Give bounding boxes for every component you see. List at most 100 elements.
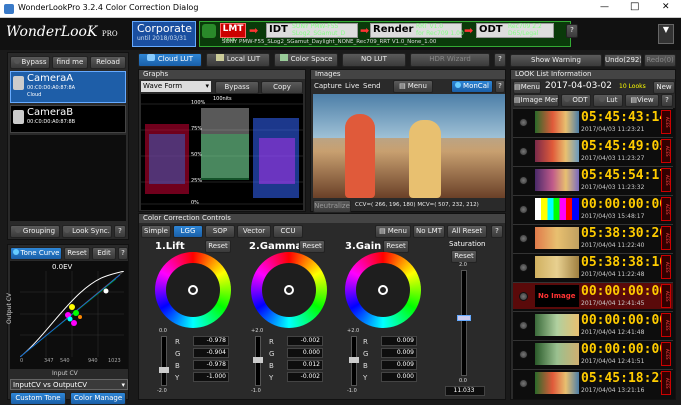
gamma-reset-button[interactable]: Reset <box>299 240 325 253</box>
images-menu-button[interactable]: ▤ Menu <box>393 80 433 93</box>
lift-r-value[interactable]: -0.978 <box>193 336 229 346</box>
moncal-button[interactable]: MonCal <box>451 80 493 93</box>
all-reset-button[interactable]: All Reset <box>447 225 487 238</box>
saturation-value[interactable]: 11.033 <box>445 386 485 396</box>
undo-button[interactable]: Undo(292) <box>604 54 642 67</box>
looksync-button[interactable]: Look Sync. <box>62 225 112 238</box>
gamma-y-value[interactable]: -0.002 <box>287 372 323 382</box>
lmt-box[interactable]: LMT <box>220 23 246 38</box>
look-toggle[interactable] <box>519 205 528 214</box>
look-toggle[interactable] <box>519 321 528 330</box>
tab-vector[interactable]: Vector <box>237 225 271 238</box>
bypass-button[interactable]: Bypass <box>10 56 50 69</box>
lift-slider[interactable] <box>159 336 169 386</box>
cc-menu-button[interactable]: ▤ Menu <box>375 225 411 238</box>
tab-lgg[interactable]: LGG <box>173 225 203 238</box>
lut-toggle-button[interactable]: Lut <box>593 94 623 107</box>
look-list-item[interactable]: 05:45:49:05 2017/04/03 11:23:27 ACES <box>513 137 673 164</box>
maximize-button[interactable]: □ <box>630 1 639 12</box>
gamma-color-wheel[interactable] <box>251 252 327 328</box>
look-toggle[interactable] <box>519 176 528 185</box>
custom-tone-button[interactable]: Custom Tone <box>10 392 66 405</box>
curve-edit-button[interactable]: Edit <box>92 247 116 260</box>
images-help-button[interactable]: ? <box>495 80 505 93</box>
look-thumbnail[interactable] <box>535 140 579 162</box>
lut-help-button[interactable]: ? <box>494 53 506 67</box>
preview-image[interactable] <box>313 94 505 198</box>
look-toggle[interactable] <box>519 379 528 388</box>
capture-link[interactable]: Capture <box>314 82 342 90</box>
gamma-wheel-handle[interactable] <box>284 285 294 295</box>
header-help-button[interactable]: ? <box>566 24 578 38</box>
minimize-button[interactable]: — <box>600 2 609 12</box>
gain-r-value[interactable]: 0.009 <box>381 336 417 346</box>
look-list-item[interactable]: 00:00:00:00 2017/04/04 12:41:51 ACES <box>513 340 673 367</box>
look-thumbnail[interactable] <box>535 314 579 336</box>
send-link[interactable]: Send <box>363 82 381 90</box>
gamma-g-value[interactable]: 0.000 <box>287 348 323 358</box>
look-list-item[interactable]: 05:38:30:20 2017/04/04 11:22:40 ACES <box>513 224 673 251</box>
gain-slider[interactable] <box>349 336 359 386</box>
lift-g-value[interactable]: -0.904 <box>193 348 229 358</box>
curve-graph[interactable]: 0.0EV Output CV 0 347 540 940 1023 <box>6 261 128 369</box>
lift-y-value[interactable]: -1.000 <box>193 372 229 382</box>
look-thumbnail[interactable] <box>535 169 579 191</box>
gain-slider-handle[interactable] <box>349 357 359 363</box>
look-toggle[interactable] <box>519 118 528 127</box>
curve-reset-button[interactable]: Reset <box>64 247 90 260</box>
lift-b-value[interactable]: -0.978 <box>193 360 229 370</box>
tab-sop[interactable]: SOP <box>205 225 235 238</box>
look-list-item[interactable]: 05:45:43:14 2017/04/03 11:23:21 ACES <box>513 108 673 135</box>
image-menu-button[interactable]: ▤Image Menu <box>513 94 559 107</box>
tab-hdr-wizard[interactable]: HDR Wizard <box>410 53 490 67</box>
gamma-slider-handle[interactable] <box>253 357 263 363</box>
look-thumbnail[interactable] <box>535 198 579 220</box>
look-thumbnail[interactable] <box>535 343 579 365</box>
graph-bypass-button[interactable]: Bypass <box>215 81 259 94</box>
neutralize-button[interactable]: Neutralize <box>313 200 351 213</box>
look-list-item[interactable]: 05:45:18:21 2017/04/04 13:21:16 ACES <box>513 369 673 396</box>
look-thumbnail[interactable] <box>535 372 579 394</box>
look-thumbnail[interactable] <box>535 111 579 133</box>
tab-no-lut[interactable]: NO LUT <box>342 53 406 67</box>
gain-color-wheel[interactable] <box>345 252 421 328</box>
tone-curve-tab[interactable]: Tone Curve <box>10 247 62 260</box>
close-button[interactable]: ✕ <box>662 2 670 12</box>
grouping-button[interactable]: Grouping <box>10 225 60 238</box>
camera-b-item[interactable]: CameraB 00:C0:D0:A0:87:8B <box>10 105 126 133</box>
look-toggle[interactable] <box>519 234 528 243</box>
show-warning-button[interactable]: Show Warning <box>510 54 602 67</box>
look-thumbnail[interactable] <box>535 256 579 278</box>
tab-color-space[interactable]: Color Space <box>274 53 338 67</box>
lift-color-wheel[interactable] <box>155 252 231 328</box>
gain-y-value[interactable]: 0.000 <box>381 372 417 382</box>
view-button[interactable]: ▤View <box>625 94 659 107</box>
gamma-b-value[interactable]: 0.012 <box>287 360 323 370</box>
curve-help-button[interactable]: ? <box>118 247 128 260</box>
graph-mode-select[interactable]: Wave Form ▾ <box>141 81 211 92</box>
look-toggle[interactable] <box>519 147 528 156</box>
look-list-item[interactable]: 05:38:38:10 2017/04/04 11:22:48 ACES <box>513 253 673 280</box>
live-link[interactable]: Live <box>345 82 359 90</box>
look-toggle[interactable] <box>519 350 528 359</box>
color-manage-button[interactable]: Color Manage <box>70 392 126 405</box>
header-expand-icon[interactable]: ▼ <box>658 24 674 44</box>
lift-slider-handle[interactable] <box>159 367 169 373</box>
look-list-item[interactable]: No Image 00:00:00:00 2017/04/04 12:41:45 AC… <box>513 282 673 309</box>
no-lmt-button[interactable]: No LMT <box>413 225 445 238</box>
look-thumbnail[interactable]: No Image <box>535 285 579 307</box>
look-toggle[interactable] <box>519 292 528 301</box>
cc-help-button[interactable]: ? <box>491 225 503 238</box>
look-help-button[interactable]: ? <box>661 94 673 107</box>
redo-button[interactable]: Redo(0) <box>644 54 676 67</box>
camera-a-item[interactable]: CameraA 00:C0:D0:A0:87:8A Cloud <box>10 71 126 103</box>
gain-g-value[interactable]: 0.009 <box>381 348 417 358</box>
lift-wheel-handle[interactable] <box>188 285 198 295</box>
gain-reset-button[interactable]: Reset <box>383 240 409 253</box>
gamma-r-value[interactable]: -0.002 <box>287 336 323 346</box>
saturation-slider[interactable] <box>457 270 471 376</box>
tab-ccu[interactable]: CCU <box>273 225 303 238</box>
tab-simple[interactable]: Simple <box>141 225 171 238</box>
gain-wheel-handle[interactable] <box>378 285 388 295</box>
gamma-slider[interactable] <box>253 336 263 386</box>
